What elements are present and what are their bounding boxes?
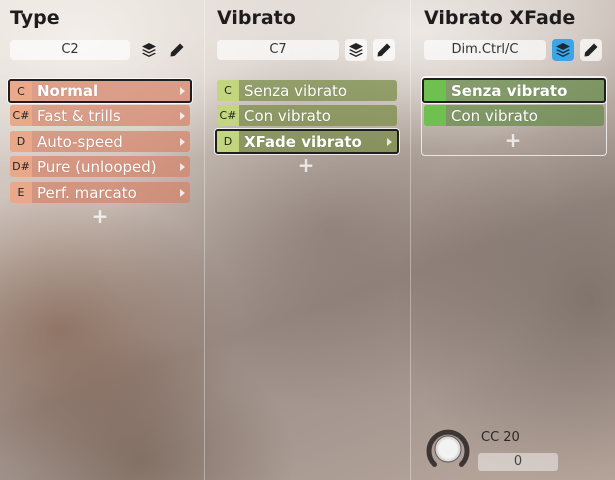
edit-button[interactable] [373,39,395,61]
add-articulation-button[interactable]: + [90,204,110,228]
articulation-item[interactable]: C# Con vibrato [217,105,397,126]
articulation-item[interactable]: D Auto-speed [10,131,190,152]
edit-button[interactable] [166,39,188,61]
articulation-label: Pure (unlooped) [37,157,157,176]
key-label: D [217,131,239,152]
articulation-item[interactable]: C Normal [8,79,192,103]
articulation-item[interactable]: C# Fast & trills [10,105,190,126]
add-articulation-button[interactable]: + [503,128,523,152]
cc-label: CC 20 [481,430,520,445]
chevron-right-icon [180,111,185,120]
add-articulation-button[interactable]: + [296,153,316,177]
layers-icon [556,43,570,57]
key-label: C# [217,105,239,126]
layers-button[interactable] [138,39,160,61]
articulation-label: Con vibrato [244,106,331,125]
layers-button[interactable] [345,39,367,61]
chevron-right-icon [180,188,185,197]
articulation-item[interactable]: C Senza vibrato [217,80,397,101]
articulation-label: Fast & trills [37,106,121,125]
chevron-right-icon [387,137,392,146]
articulation-label: Auto-speed [37,132,123,151]
column-title: Type [10,7,60,29]
column-title: Vibrato [217,7,296,29]
key-label: C [217,80,239,101]
articulation-label: XFade vibrato [244,132,362,151]
articulation-item[interactable]: D XFade vibrato [215,129,399,154]
layer-color-swatch [424,105,446,126]
pencil-icon [170,43,184,57]
articulation-item[interactable]: Con vibrato [424,105,604,126]
articulation-label: Normal [37,82,99,100]
chevron-right-icon [180,162,185,171]
articulation-item[interactable]: Senza vibrato [422,78,606,103]
knob-icon [426,429,470,467]
column-divider [410,0,411,480]
edit-button[interactable] [580,39,602,61]
key-label: D [10,131,32,152]
articulation-item[interactable]: E Perf. marcato [10,182,190,203]
cc-value-field[interactable]: 0 [478,453,558,471]
key-label: C# [10,105,32,126]
pencil-icon [584,43,598,57]
type-column: Type C2 C Normal C# Fast & trills D Auto… [0,0,204,480]
layers-button[interactable] [552,39,574,61]
articulation-label: Con vibrato [451,106,538,125]
articulation-label: Perf. marcato [37,183,137,202]
column-divider [204,0,205,480]
chevron-right-icon [180,87,185,95]
vibrato-xfade-column: Vibrato XFade Dim.Ctrl/C [414,0,615,480]
key-label: D# [10,156,32,177]
articulation-label: Senza vibrato [451,81,568,100]
layers-icon [142,43,156,57]
key-label: E [10,182,32,203]
articulation-label: Senza vibrato [244,81,348,100]
key-label: C [10,81,32,101]
chevron-right-icon [180,137,185,146]
controller-field[interactable]: Dim.Ctrl/C [424,40,546,60]
articulation-item[interactable]: D# Pure (unlooped) [10,156,190,177]
cc-knob[interactable] [424,425,472,473]
column-title: Vibrato XFade [424,7,576,29]
vibrato-column: Vibrato C7 C Senza vibrato C# Con vibrat… [207,0,410,480]
keyswitch-field[interactable]: C7 [217,40,339,60]
pencil-icon [377,43,391,57]
layers-icon [349,43,363,57]
keyswitch-field[interactable]: C2 [10,40,130,60]
layer-color-swatch [424,80,446,101]
